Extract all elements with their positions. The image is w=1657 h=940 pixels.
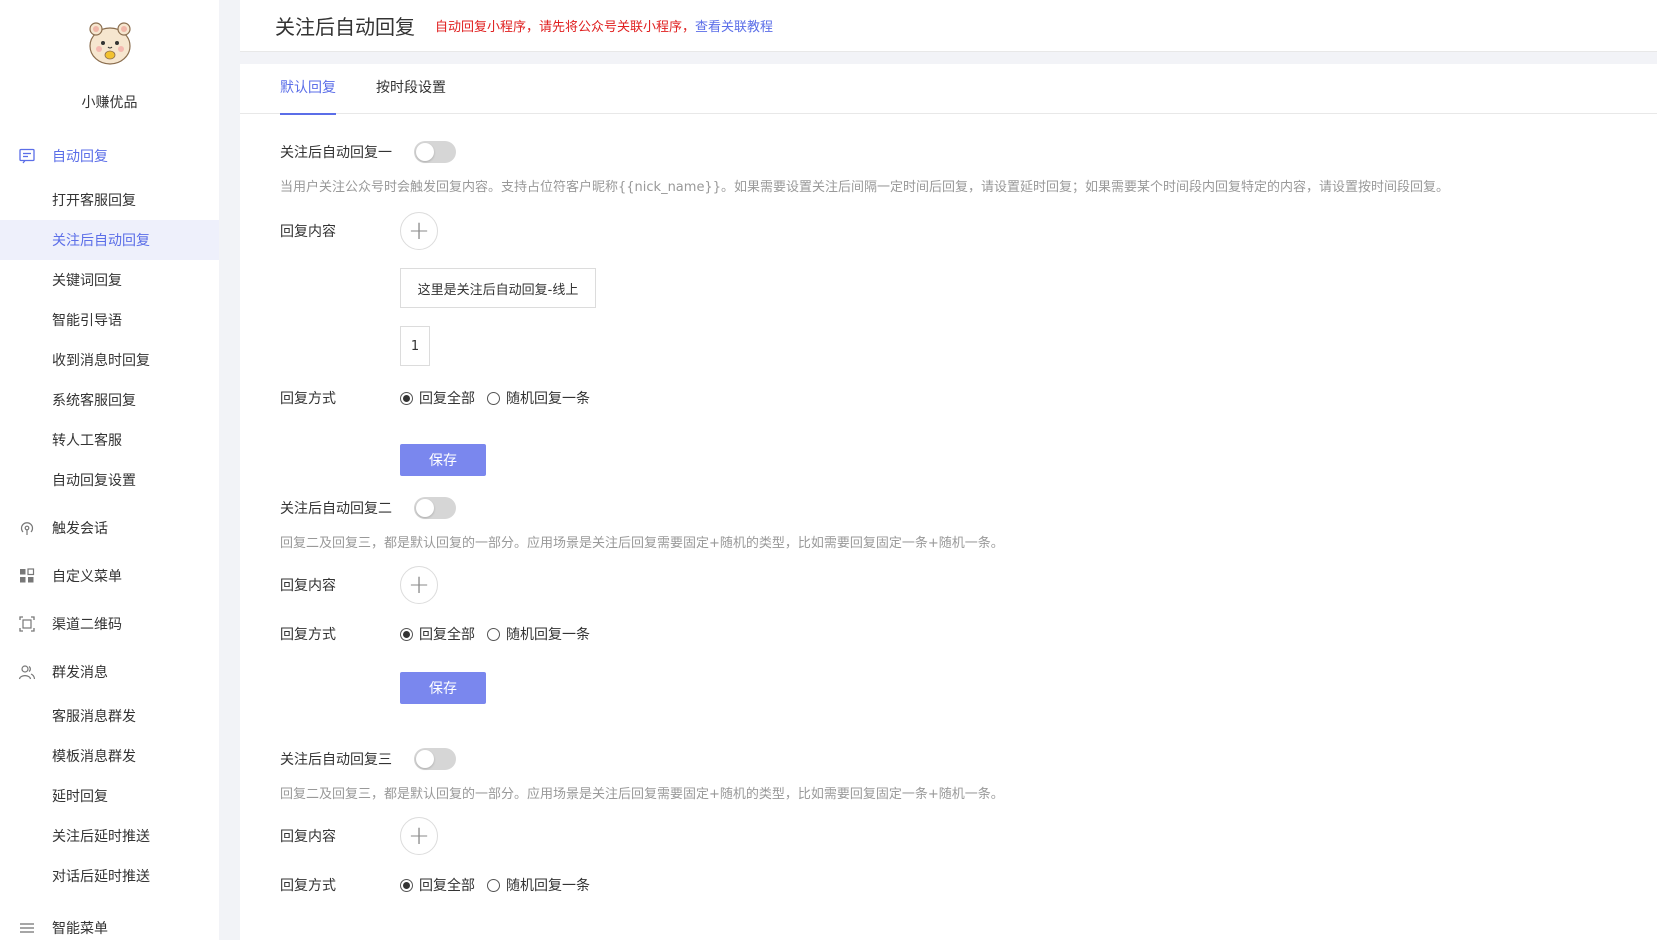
tab-time-period[interactable]: 按时段设置 (376, 64, 446, 114)
nav-auto-reply-label: 自动回复 (52, 149, 108, 165)
nav-channel-qrcode-label: 渠道二维码 (52, 617, 122, 633)
reply-block-3-fields: 回复内容 + 回复方式 回复全部 随机回复一条 (280, 817, 1580, 940)
brand-name: 小赚优品 (81, 95, 138, 111)
reply-block-3: 关注后自动回复三 回复二及回复三，都是默认回复的一部分。应用场景是关注后回复需要… (280, 747, 1004, 802)
page-title: 关注后自动回复 (275, 15, 415, 39)
sidebar-item-dialog-delayed-push[interactable]: 对话后延时推送 (0, 856, 219, 896)
reply-block-2-fields: 回复内容 + 回复方式 回复全部 随机回复一条 保存 (280, 566, 1580, 716)
reply-content-row: 回复内容 + (280, 566, 438, 604)
reply-content-count[interactable]: 1 (400, 326, 430, 366)
nav-auto-reply[interactable]: 自动回复 (0, 132, 219, 180)
sidebar-item-smart-guide[interactable]: 智能引导语 (0, 300, 219, 340)
radio-reply-all-label: 回复全部 (419, 878, 475, 894)
reply-mode-label: 回复方式 (280, 627, 336, 643)
reply-mode-row: 回复方式 回复全部 随机回复一条 (280, 875, 602, 895)
reply-mode-radio-group: 回复全部 随机回复一条 (400, 388, 602, 408)
radio-reply-all-label: 回复全部 (419, 627, 475, 643)
reply-toggle[interactable] (414, 497, 456, 519)
reply-content-label: 回复内容 (280, 224, 336, 240)
reply-content-row: 回复内容 + (280, 817, 438, 855)
reply-mode-label: 回复方式 (280, 391, 336, 407)
nav-custom-menu[interactable]: 自定义菜单 (0, 552, 219, 600)
grid-icon (18, 567, 36, 585)
reply-content-label: 回复内容 (280, 578, 336, 594)
list-icon (18, 919, 36, 937)
radio-reply-random-label: 随机回复一条 (506, 878, 590, 894)
reply-content-row: 回复内容 + (280, 212, 438, 250)
nav-broadcast-message-label: 群发消息 (52, 665, 108, 681)
add-content-button[interactable]: + (400, 212, 438, 250)
nav-smart-menu[interactable]: 智能菜单 (0, 904, 219, 940)
radio-reply-all-label: 回复全部 (419, 391, 475, 407)
reply-mode-radio-group: 回复全部 随机回复一条 (400, 875, 602, 895)
scan-icon (18, 615, 36, 633)
reply-toggle[interactable] (414, 748, 456, 770)
reply-mode-row: 回复方式 回复全部 随机回复一条 (280, 388, 602, 408)
nav-custom-menu-label: 自定义菜单 (52, 569, 122, 585)
save-button[interactable]: 保存 (400, 672, 486, 704)
sidebar-item-service-broadcast[interactable]: 客服消息群发 (0, 696, 219, 736)
warning-text: 自动回复小程序，请先将公众号关联小程序， (435, 20, 696, 35)
reply-block-title: 关注后自动回复一 (280, 145, 392, 161)
reply-content-label: 回复内容 (280, 829, 336, 845)
sidebar-item-template-broadcast[interactable]: 模板消息群发 (0, 736, 219, 776)
sidebar-item-follow-auto-reply[interactable]: 关注后自动回复 (0, 220, 219, 260)
reply-block-title: 关注后自动回复二 (280, 501, 392, 517)
radio-reply-random[interactable]: 随机回复一条 (487, 624, 590, 644)
nav-trigger-session[interactable]: 触发会话 (0, 504, 219, 552)
reply-description: 当用户关注公众号时会触发回复内容。支持占位符客户昵称{{nick_name}}。… (280, 180, 1449, 195)
sidebar-item-open-service-reply[interactable]: 打开客服回复 (0, 180, 219, 220)
sidebar-item-message-received-reply[interactable]: 收到消息时回复 (0, 340, 219, 380)
sidebar-item-keyword-reply[interactable]: 关键词回复 (0, 260, 219, 300)
radio-reply-random-label: 随机回复一条 (506, 627, 590, 643)
add-content-button[interactable]: + (400, 817, 438, 855)
plus-icon: + (408, 216, 430, 246)
reply-content-card[interactable]: 这里是关注后自动回复-线上 (400, 268, 596, 308)
plus-icon: + (408, 570, 430, 600)
radio-reply-all[interactable]: 回复全部 (400, 875, 475, 895)
plus-icon: + (408, 821, 430, 851)
radio-reply-all[interactable]: 回复全部 (400, 624, 475, 644)
sidebar: 小赚优品 自动回复 打开客服回复 关注后自动回复 关键词回复 智能引导语 收到消… (0, 0, 219, 940)
radio-reply-all[interactable]: 回复全部 (400, 388, 475, 408)
reply-block-2: 关注后自动回复二 回复二及回复三，都是默认回复的一部分。应用场景是关注后回复需要… (280, 496, 1004, 551)
page-header: 关注后自动回复 自动回复小程序，请先将公众号关联小程序， 查看关联教程 (240, 0, 1657, 52)
reply-block-1: 关注后自动回复一 当用户关注公众号时会触发回复内容。支持占位符客户昵称{{nic… (280, 140, 1449, 195)
reply-block-title: 关注后自动回复三 (280, 752, 392, 768)
tab-bar: 默认回复 按时段设置 (240, 64, 1657, 115)
message-icon (18, 147, 36, 165)
nav-broadcast-message[interactable]: 群发消息 (0, 648, 219, 696)
save-button[interactable]: 保存 (400, 444, 486, 476)
reply-description: 回复二及回复三，都是默认回复的一部分。应用场景是关注后回复需要固定+随机的类型，… (280, 536, 1004, 551)
hamster-avatar (88, 22, 131, 65)
sidebar-item-system-service-reply[interactable]: 系统客服回复 (0, 380, 219, 420)
brand: 小赚优品 (0, 0, 219, 132)
radio-reply-random-label: 随机回复一条 (506, 391, 590, 407)
sidebar-item-delayed-reply[interactable]: 延时回复 (0, 776, 219, 816)
radio-reply-random[interactable]: 随机回复一条 (487, 875, 590, 895)
sidebar-item-auto-reply-settings[interactable]: 自动回复设置 (0, 460, 219, 500)
users-icon (18, 663, 36, 681)
nav-channel-qrcode[interactable]: 渠道二维码 (0, 600, 219, 648)
reply-mode-label: 回复方式 (280, 878, 336, 894)
reply-mode-row: 回复方式 回复全部 随机回复一条 (280, 624, 602, 644)
sidebar-item-follow-delayed-push[interactable]: 关注后延时推送 (0, 816, 219, 856)
nav-smart-menu-label: 智能菜单 (52, 921, 108, 937)
tutorial-link[interactable]: 查看关联教程 (695, 16, 773, 35)
reply-block-1-fields: 回复内容 + 这里是关注后自动回复-线上 1 回复方式 回复全部 随机回复一条 … (280, 212, 1580, 476)
main-panel: 默认回复 按时段设置 关注后自动回复一 当用户关注公众号时会触发回复内容。支持占… (240, 64, 1657, 940)
nav-trigger-session-label: 触发会话 (52, 521, 108, 537)
reply-toggle[interactable] (414, 141, 456, 163)
radio-reply-random[interactable]: 随机回复一条 (487, 388, 590, 408)
sidebar-item-transfer-agent[interactable]: 转人工客服 (0, 420, 219, 460)
tab-default-reply[interactable]: 默认回复 (280, 64, 336, 115)
add-content-button[interactable]: + (400, 566, 438, 604)
reply-description: 回复二及回复三，都是默认回复的一部分。应用场景是关注后回复需要固定+随机的类型，… (280, 787, 1004, 802)
broadcast-icon (18, 519, 36, 537)
reply-mode-radio-group: 回复全部 随机回复一条 (400, 624, 602, 644)
